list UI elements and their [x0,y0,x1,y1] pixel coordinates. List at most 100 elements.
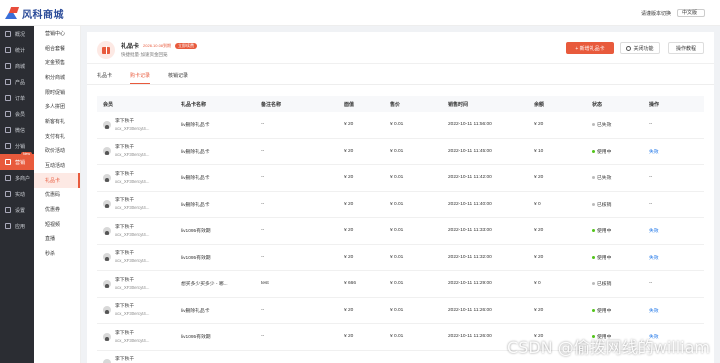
member-text: 李下秋千xcx_XF30ercyt4... [115,171,149,185]
submenu-item[interactable]: 新客有礼 [34,114,80,129]
submenu-item[interactable]: 短视频 [34,217,80,232]
status-badge: 使用中 [592,307,649,314]
tutorial-button[interactable]: 操作教程 [668,42,704,54]
submenu-item[interactable]: 定金预售 [34,55,80,70]
face-value: ¥ 20 [344,175,354,181]
member-text: 李下秋千xcx_XF30ercyt4... [115,144,149,158]
member-text: 李下秋千xcx_XF30ercyt4... [115,224,149,238]
status-label: 使用中 [597,255,612,261]
invalidate-link[interactable]: 失效 [649,307,684,314]
language-select[interactable]: 中文版 [677,9,705,17]
member-cell: 李下秋千xcx_XF30ercyt4... [97,250,181,264]
card-name: liv删除礼品卡 [181,202,210,208]
submenu-item[interactable]: 优惠码 [34,188,80,203]
sidebar-item-10[interactable]: 实动 [0,186,34,202]
sidebar-item-label: 会员 [15,111,26,118]
sidebar-item-6[interactable]: 微信 [0,122,34,138]
new-badge: New [20,152,32,156]
member-text: 李下秋千xcx_XF30ercyt4... [115,356,149,363]
sidebar-item-2[interactable]: 商城 [0,58,34,74]
balance: ¥ 20 [534,175,544,181]
submenu-item[interactable]: 限时促销 [34,85,80,100]
product-icon [5,79,11,85]
tab-0[interactable]: 礼品卡 [97,72,112,84]
table-row: 李下秋千 xcx_XF30ercyt4... liv删除礼品卡 -- ¥ 20 ¥ 0.0… [97,298,704,324]
logo-text: 风科商城 [22,9,64,21]
sidebar-item-1[interactable]: 统计 [0,42,34,58]
column-header: 余额 [534,101,545,108]
submenu-item[interactable]: 组合套餐 [34,41,80,56]
status-dot-icon [592,229,595,233]
primary-sidebar: 概况 统计 商城 产品 订单 会员 微信 分销 营销 New 多商户 实动 设置 应用 [0,26,34,363]
status-dot-icon [592,149,595,153]
card-name: liv删除礼品卡 [181,176,210,182]
member-cell: 李下秋千xcx_XF30ercyt4... [97,277,181,291]
column-header: 销售时间 [448,101,469,108]
submenu-item[interactable]: 积分商城 [34,70,80,85]
table-row: 李下秋千 xcx_XF30ercyt4... 想买多少买多少 - 哪... test ¥… [97,271,704,298]
sidebar-item-12[interactable]: 应用 [0,218,34,234]
card-name: liv删除礼品卡 [181,123,210,129]
avatar [103,226,111,235]
submenu-item[interactable]: 礼品卡 [34,172,80,188]
page-title-row: 礼品卡 2026.10.08到期 立即续费 [121,41,198,50]
logo[interactable]: 风科商城 [5,6,64,21]
close-feature-button[interactable]: 关闭功能 [620,42,660,54]
status-dot-icon [592,282,595,286]
tab-bar: 礼品卡 购卡记录 核销记录 [97,72,206,84]
invalidate-link[interactable]: 失效 [649,227,684,234]
submenu-item[interactable]: 优惠券 [34,202,80,217]
price: ¥ 0.01 [390,334,404,340]
sidebar-item-11[interactable]: 设置 [0,202,34,218]
avatar [103,253,111,262]
face-value: ¥ 20 [344,307,354,313]
status-cell: 使用中 [592,307,649,314]
face-value: ¥ 20 [344,122,354,128]
member-info: 李下秋千xcx_XF30ercyt4... [103,277,181,291]
operation-cell: -- [649,175,653,181]
submenu-item[interactable]: 砍价活动 [34,144,80,159]
submenu-item[interactable]: 互动活动 [34,158,80,173]
sidebar-item-label: 商城 [15,63,26,70]
submenu-item[interactable]: 支付有礼 [34,129,80,144]
member-info: 李下秋千xcx_XF30ercyt4... [103,224,181,238]
submenu-item[interactable]: 多人拼团 [34,99,80,114]
sidebar-item-9[interactable]: 多商户 [0,170,34,186]
avatar [103,279,111,288]
member-info: 李下秋千xcx_XF30ercyt4... [103,303,181,317]
table-row: 李下秋千 xcx_XF30ercyt4... liv删除礼品卡 -- ¥ 20 ¥ 0.0… [97,192,704,218]
member-name: 李下秋千 [115,171,135,177]
card-name: liv1095有效期 [181,335,211,341]
member-text: 李下秋千xcx_XF30ercyt4... [115,118,149,132]
member-text: 李下秋千xcx_XF30ercyt4... [115,197,149,211]
member-id: xcx_XF30ercyt4... [115,152,150,158]
status-dot-icon [592,308,595,312]
sidebar-item-4[interactable]: 订单 [0,90,34,106]
submenu-item[interactable]: 营销中心 [34,26,80,41]
note-name: -- [261,148,265,154]
status-cell: 已核销 [592,280,649,287]
status-dot-icon [592,176,595,180]
sidebar-item-label: 营销 [15,159,26,166]
tab-1[interactable]: 购卡记录 [130,72,151,84]
renew-button[interactable]: 立即续费 [175,42,198,49]
invalidate-link[interactable]: 失效 [649,148,684,155]
status-label: 使用中 [597,149,612,155]
table-header: 会员 礼品卡名称 备注名称 面值 售价 销售时间 余额 状态 操作 [97,96,704,112]
tab-2[interactable]: 核销记录 [168,72,188,84]
member-info: 李下秋千xcx_XF30ercyt4... [103,330,181,344]
member-cell: 李下秋千xcx_XF30ercyt4... [97,171,181,185]
card-name: liv1095有效期 [181,255,211,261]
member-info: 李下秋千xcx_XF30ercyt4... [103,197,181,211]
submenu-item[interactable]: 秒杀 [34,246,80,261]
invalidate-link[interactable]: 失效 [649,254,684,261]
sidebar-item-8[interactable]: 营销 New [0,152,34,170]
sidebar-item-3[interactable]: 产品 [0,74,34,90]
sidebar-item-0[interactable]: 概况 [0,26,34,42]
column-header: 会员 [103,101,114,108]
add-gift-card-button[interactable]: + 新增礼品卡 [566,42,614,54]
submenu-item[interactable]: 直播 [34,232,80,247]
sidebar-item-5[interactable]: 会员 [0,106,34,122]
sidebar-item-label: 设置 [15,207,26,214]
status-cell: 已失效 [592,121,649,128]
